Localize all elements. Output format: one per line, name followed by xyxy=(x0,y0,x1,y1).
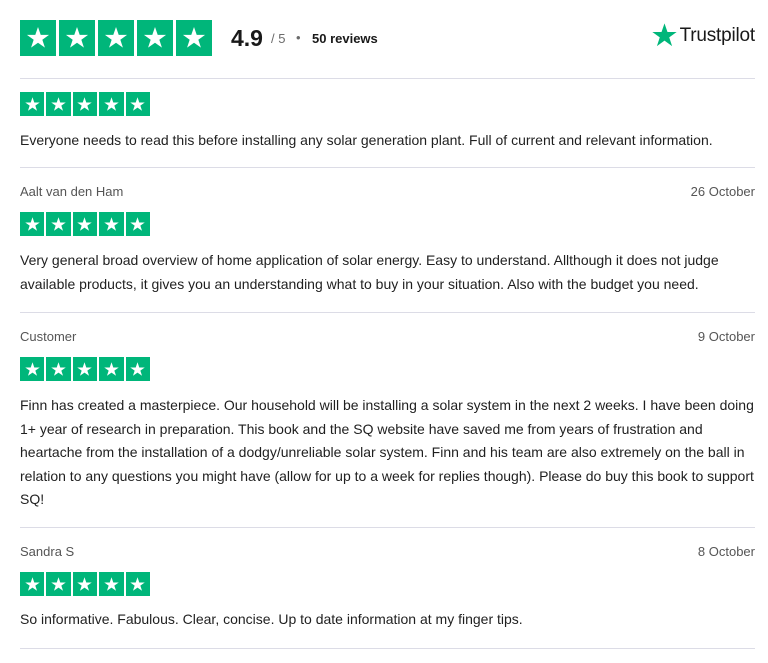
reviews-count-link[interactable]: 50 reviews xyxy=(312,31,378,47)
star-icon xyxy=(72,212,98,236)
review-author: Customer xyxy=(20,328,77,344)
overall-star-rating xyxy=(20,20,212,56)
star-icon xyxy=(20,20,56,56)
review-meta: Customer 9 October xyxy=(20,326,755,346)
star-icon xyxy=(72,572,98,596)
review-date: 9 October xyxy=(697,328,755,344)
review-text: Finn has created a masterpiece. Our hous… xyxy=(20,397,754,507)
star-icon xyxy=(99,572,124,596)
review-item: Aalt van den Ham 26 October Very general… xyxy=(20,168,755,313)
star-icon xyxy=(46,212,71,236)
trustpilot-star-icon xyxy=(651,23,677,47)
score-scale: / 5 xyxy=(271,31,286,46)
review-date: 8 October xyxy=(697,543,755,559)
trustpilot-logo[interactable]: Trustpilot xyxy=(651,22,755,49)
reviews-widget: 4.9 / 5 • 50 reviews Trustpilot Everyone… xyxy=(20,0,755,649)
star-icon xyxy=(72,357,98,381)
review-item: Everyone needs to read this before insta… xyxy=(20,79,755,168)
review-text: Everyone needs to read this before insta… xyxy=(20,132,713,148)
star-icon xyxy=(72,92,98,116)
average-score: 4.9 xyxy=(231,25,263,51)
star-icon xyxy=(99,92,124,116)
review-star-rating xyxy=(20,357,150,381)
star-icon xyxy=(20,572,45,596)
star-icon xyxy=(99,357,124,381)
separator-dot: • xyxy=(296,30,301,45)
review-item: Customer 9 October Finn has created a ma… xyxy=(20,313,755,528)
star-icon xyxy=(46,572,71,596)
star-icon xyxy=(20,92,45,116)
review-text: So informative. Fabulous. Clear, concise… xyxy=(20,611,523,627)
star-icon xyxy=(125,212,150,236)
review-author: Sandra S xyxy=(20,543,75,559)
review-star-rating xyxy=(20,212,150,236)
review-meta: Aalt van den Ham 26 October xyxy=(20,181,755,201)
review-author: Aalt van den Ham xyxy=(20,183,124,199)
star-icon xyxy=(98,20,134,56)
review-star-rating xyxy=(20,572,150,596)
star-icon xyxy=(125,572,150,596)
review-meta: Sandra S 8 October xyxy=(20,541,755,561)
rating-summary-header: 4.9 / 5 • 50 reviews Trustpilot xyxy=(20,0,755,79)
star-icon xyxy=(46,357,71,381)
star-icon xyxy=(137,20,173,56)
review-date: 26 October xyxy=(690,183,755,199)
star-icon xyxy=(125,357,150,381)
review-star-rating xyxy=(20,92,150,116)
star-icon xyxy=(125,92,150,116)
star-icon xyxy=(99,212,124,236)
star-icon xyxy=(46,92,71,116)
star-icon xyxy=(176,20,212,56)
review-text: Very general broad overview of home appl… xyxy=(20,252,719,292)
star-icon xyxy=(59,20,95,56)
trustpilot-wordmark: Trustpilot xyxy=(679,25,756,46)
star-icon xyxy=(20,212,45,236)
star-icon xyxy=(20,357,45,381)
review-item: Sandra S 8 October So informative. Fabul… xyxy=(20,528,755,649)
